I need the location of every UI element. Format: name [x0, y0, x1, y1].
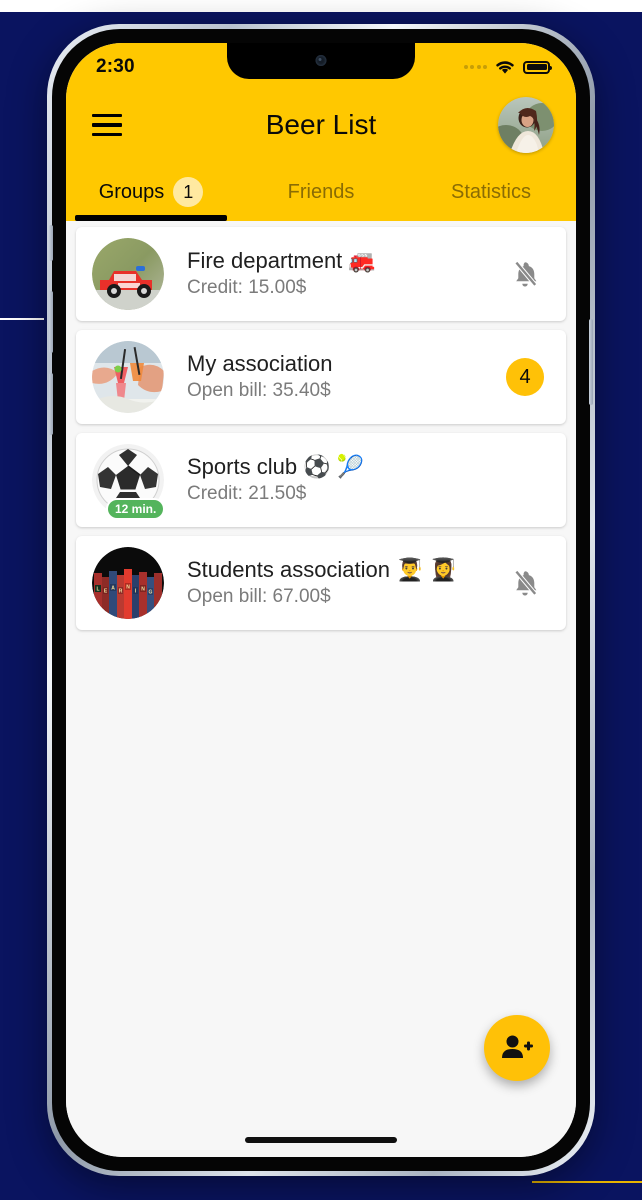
fire-truck-photo: [92, 238, 164, 310]
home-indicator: [245, 1137, 397, 1143]
front-camera-icon: [315, 55, 327, 66]
battery-full-icon: [523, 60, 552, 74]
tab-groups-label: Groups: [98, 180, 165, 203]
group-text: Sports club ⚽ 🎾 Credit: 21.50$: [187, 454, 504, 507]
backdrop-right-line: [532, 1181, 642, 1183]
learning-books-photo: L E A R N I N G: [92, 547, 164, 619]
mute-switch[interactable]: [49, 225, 53, 261]
group-subtitle: Credit: 15.00$: [187, 276, 307, 298]
group-title: My association: [187, 350, 333, 376]
add-group-button[interactable]: [484, 1015, 550, 1081]
phone-frame: 2:30 Beer List Groups 1 Friends Statisti…: [47, 24, 595, 1176]
svg-text:G: G: [149, 590, 153, 596]
person-add-icon: [502, 1035, 533, 1058]
tab-friends[interactable]: Friends: [236, 163, 406, 221]
svg-text:N: N: [141, 587, 145, 593]
status-indicators: [463, 59, 552, 75]
svg-text:A: A: [111, 586, 115, 592]
list-item[interactable]: Fire department 🚒 Credit: 15.00$: [76, 227, 566, 321]
group-title: Students association 👨‍🎓 👩‍🎓: [187, 556, 458, 582]
list-item[interactable]: L E A R N I N G: [76, 536, 566, 630]
svg-text:R: R: [119, 589, 123, 595]
status-badge[interactable]: 4: [506, 358, 544, 396]
hamburger-menu-icon[interactable]: [92, 113, 122, 137]
phone-bezel: 2:30 Beer List Groups 1 Friends Statisti…: [49, 29, 593, 1171]
tab-groups-badge: 1: [173, 177, 204, 207]
app-bar: Beer List: [66, 87, 576, 163]
group-trailing: [504, 259, 546, 289]
group-text: My association Open bill: 35.40$: [187, 351, 504, 404]
group-text: Fire department 🚒 Credit: 15.00$: [187, 248, 504, 301]
group-trailing: 4: [504, 358, 546, 396]
tab-statistics-label: Statistics: [450, 180, 532, 203]
signal-dots-icon: [463, 65, 487, 69]
group-title: Fire department 🚒: [187, 247, 376, 273]
notch: [227, 43, 415, 79]
bell-off-icon[interactable]: [511, 259, 539, 289]
avatar[interactable]: [498, 97, 554, 153]
cocktails-cheers-photo: [92, 341, 164, 413]
list-item[interactable]: 12 min. Sports club ⚽ 🎾 Credit: 21.50$: [76, 433, 566, 527]
volume-down-button[interactable]: [49, 373, 53, 435]
backdrop-left-line: [0, 318, 44, 320]
tab-statistics[interactable]: Statistics: [406, 163, 576, 221]
group-subtitle: Open bill: 35.40$: [187, 379, 331, 401]
group-avatar-wrap: [92, 341, 164, 413]
tab-bar: Groups 1 Friends Statistics: [66, 163, 576, 221]
group-title: Sports club ⚽ 🎾: [187, 453, 365, 479]
groups-list-container: Fire department 🚒 Credit: 15.00$ My asso…: [66, 221, 576, 1157]
volume-up-button[interactable]: [49, 291, 53, 353]
group-avatar-wrap: [92, 238, 164, 310]
group-subtitle: Open bill: 67.00$: [187, 585, 331, 607]
backdrop-top-strip: [0, 0, 642, 12]
tab-friends-label: Friends: [287, 180, 355, 203]
group-text: Students association 👨‍🎓 👩‍🎓 Open bill: …: [187, 557, 504, 610]
svg-text:L: L: [96, 587, 99, 593]
group-subtitle: Credit: 21.50$: [187, 482, 307, 504]
tab-groups[interactable]: Groups 1: [66, 163, 236, 221]
profile-photo: [498, 97, 554, 153]
group-avatar-wrap: L E A R N I N G: [92, 547, 164, 619]
power-button[interactable]: [589, 319, 593, 405]
wifi-icon: [496, 61, 514, 74]
group-avatar: [92, 238, 164, 310]
group-avatar: [92, 341, 164, 413]
group-avatar: L E A R N I N G: [92, 547, 164, 619]
time-badge: 12 min.: [108, 500, 164, 518]
group-trailing: [504, 568, 546, 598]
svg-text:N: N: [126, 585, 130, 591]
status-time: 2:30: [96, 56, 135, 77]
list-item[interactable]: My association Open bill: 35.40$ 4: [76, 330, 566, 424]
groups-list: Fire department 🚒 Credit: 15.00$ My asso…: [66, 221, 576, 630]
group-avatar-wrap: 12 min.: [92, 444, 164, 518]
phone-screen: 2:30 Beer List Groups 1 Friends Statisti…: [66, 43, 576, 1157]
bell-off-icon[interactable]: [511, 568, 539, 598]
